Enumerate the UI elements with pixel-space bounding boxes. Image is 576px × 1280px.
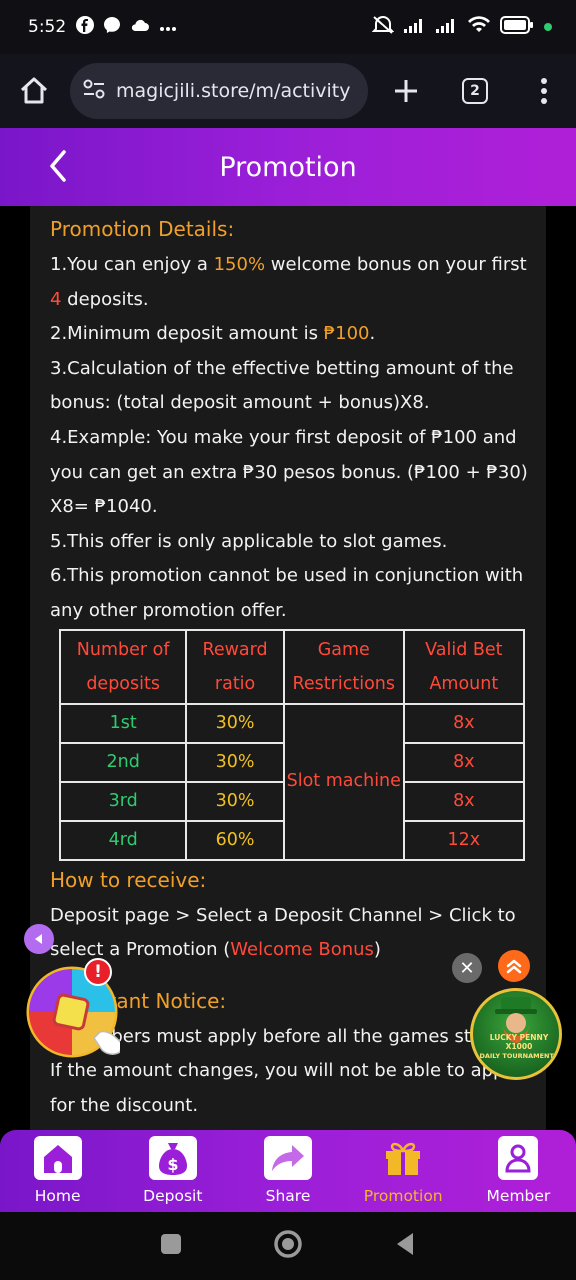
tab-count: 2: [462, 78, 488, 104]
money-bag-icon: $: [148, 1136, 197, 1180]
messenger-icon: [103, 16, 121, 39]
url-text: magicjili.store/m/activity: [116, 80, 351, 102]
nav-share[interactable]: Share: [230, 1130, 345, 1212]
page-header: Promotion: [0, 128, 576, 206]
detail-line-5: 5.This offer is only applicable to slot …: [50, 530, 448, 552]
more-dots-icon: [159, 17, 177, 37]
tab-switcher-button[interactable]: 2: [462, 78, 488, 104]
scroll-top-button[interactable]: [498, 950, 530, 982]
member-icon: [498, 1136, 539, 1180]
detail-line-1: 1.You can enjoy a 150% welcome bonus on …: [50, 254, 527, 310]
reward-table: Number of deposits Reward ratio Game Res…: [58, 628, 526, 861]
table-header-cell: Number of deposits: [58, 628, 188, 705]
wifi-icon: [468, 15, 490, 39]
valid-bet: 8x: [402, 741, 526, 783]
collapse-float-button[interactable]: [24, 924, 54, 954]
bottom-nav: Home $ Deposit Share Promotion Member: [0, 1130, 576, 1212]
svg-text:$: $: [167, 1155, 178, 1174]
back-system-button[interactable]: [393, 1231, 417, 1261]
promo-line-2: DAILY TOURNAMENTS: [479, 1052, 559, 1060]
gift-icon: [379, 1136, 427, 1180]
promo-line-1: LUCKY PENNY X1000: [489, 1033, 549, 1051]
mute-icon: [371, 15, 395, 40]
cloud-icon: [130, 17, 150, 37]
reward-ratio: 30%: [185, 741, 285, 783]
browser-menu-button[interactable]: [540, 77, 548, 105]
facebook-icon: [76, 15, 95, 39]
tournament-promo-button[interactable]: LUCKY PENNY X1000 DAILY TOURNAMENTS: [470, 988, 562, 1080]
site-settings-icon[interactable]: [82, 78, 106, 105]
nav-label: Deposit: [143, 1187, 203, 1205]
browser-home-button[interactable]: [16, 73, 52, 109]
reward-ratio: 30%: [185, 702, 285, 744]
new-tab-button[interactable]: [392, 77, 420, 105]
url-bar[interactable]: magicjili.store/m/activity: [70, 63, 368, 119]
app-root: 5:52 magicjili.store/m/activity 2 Promot…: [0, 0, 576, 1280]
page-title: Promotion: [219, 151, 357, 183]
detail-line-6: 6.This promotion cannot be used in conju…: [50, 565, 524, 621]
notification-badge: !: [84, 958, 112, 986]
signal-icon: [404, 17, 426, 38]
battery-icon: [500, 15, 534, 39]
nav-label: Member: [486, 1187, 551, 1205]
deposit-number: 1st: [58, 702, 188, 744]
detail-line-2: 2.Minimum deposit amount is ₱100.: [50, 323, 376, 345]
table-header-cell: Game Restrictions: [282, 628, 405, 705]
valid-bet: 8x: [402, 780, 526, 822]
table-header-cell: Reward ratio: [185, 628, 285, 705]
table-header-row: Number of deposits Reward ratio Game Res…: [58, 628, 526, 705]
status-left-icons: [76, 15, 177, 39]
notice-line-1: 1.Members must apply before all the game…: [50, 1025, 525, 1116]
notice-title: Important Notice:: [50, 988, 227, 1013]
home-icon: [33, 1136, 82, 1180]
nav-home[interactable]: Home: [0, 1130, 115, 1212]
recents-button[interactable]: [159, 1232, 183, 1260]
table-row: 1st 30% Slot machine 8x: [58, 702, 526, 861]
nav-promotion[interactable]: Promotion: [346, 1130, 461, 1212]
system-nav-bar: [0, 1212, 576, 1280]
status-bar: 5:52: [0, 0, 576, 54]
valid-bet: 12x: [402, 819, 526, 861]
detail-line-3: 3.Calculation of the effective betting a…: [50, 357, 514, 414]
close-promo-button[interactable]: ✕: [452, 953, 482, 983]
game-restriction: Slot machine: [282, 702, 405, 861]
share-icon: [264, 1136, 312, 1180]
deposit-number: 4rd: [58, 819, 188, 861]
double-chevron-up-icon: [506, 959, 522, 974]
reward-ratio: 30%: [185, 780, 285, 822]
table-header-cell: Valid Bet Amount: [402, 628, 526, 705]
home-system-button[interactable]: [273, 1229, 303, 1263]
receive-title: How to receive:: [50, 867, 207, 892]
valid-bet: 8x: [402, 702, 526, 744]
status-time: 5:52: [28, 17, 67, 37]
status-right-icons: [371, 15, 552, 40]
back-icon[interactable]: [44, 148, 74, 188]
status-dot: [544, 23, 552, 31]
deposit-number: 2nd: [58, 741, 188, 783]
nav-member[interactable]: Member: [461, 1130, 576, 1212]
details-title: Promotion Details:: [50, 217, 235, 241]
reward-ratio: 60%: [185, 819, 285, 861]
nav-deposit[interactable]: $ Deposit: [115, 1130, 230, 1212]
nav-label: Promotion: [363, 1187, 443, 1205]
deposit-number: 3rd: [58, 780, 188, 822]
browser-toolbar: magicjili.store/m/activity 2: [0, 54, 576, 128]
signal-icon: [436, 17, 458, 38]
nav-label: Home: [34, 1187, 81, 1205]
detail-line-4: 4.Example: You make your first deposit o…: [50, 426, 528, 518]
nav-label: Share: [265, 1187, 311, 1205]
